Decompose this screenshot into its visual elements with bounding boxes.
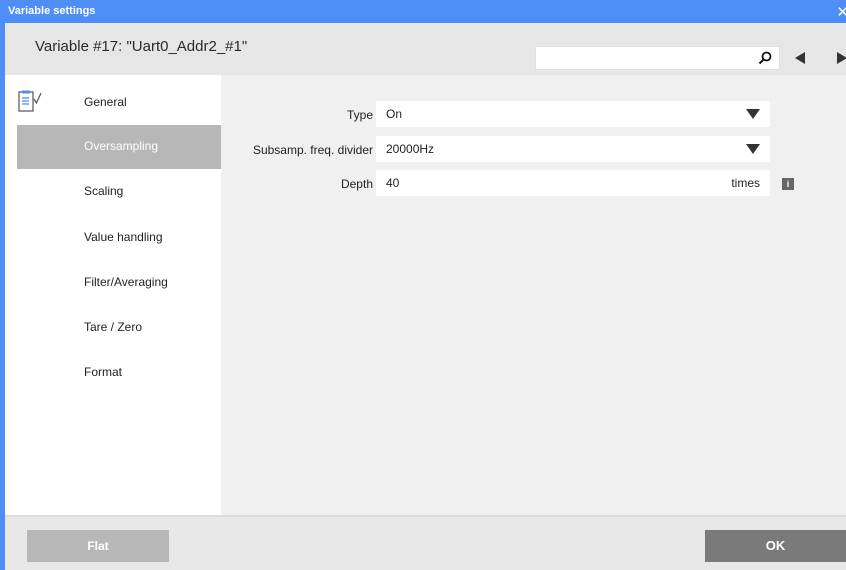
depth-label: Depth — [340, 177, 373, 191]
footer-bar: Flat OK — [5, 517, 846, 570]
sidebar-item-label: Filter/Averaging — [84, 275, 168, 289]
depth-field[interactable]: 40 times — [376, 170, 770, 196]
sidebar-item-label: General — [84, 95, 127, 109]
sidebar-item-scaling[interactable]: Scaling — [17, 170, 221, 214]
header-bar: Variable #17: "Uart0_Addr2_#1" — [5, 23, 846, 75]
close-icon[interactable]: ✕ — [836, 3, 846, 21]
sidebar-item-general[interactable]: General — [17, 81, 221, 125]
window-title: Variable settings — [8, 5, 96, 17]
settings-content: Type On Subsamp. freq. divider 20000Hz D… — [221, 75, 846, 515]
divider-select[interactable]: 20000Hz — [376, 136, 770, 162]
sidebar-item-format[interactable]: Format — [17, 351, 221, 395]
sidebar-item-label: Oversampling — [84, 139, 159, 153]
sidebar-item-filter-averaging[interactable]: Filter/Averaging — [17, 261, 221, 305]
sidebar-item-label: Value handling — [84, 230, 163, 244]
divider-label: Subsamp. freq. divider — [252, 143, 373, 157]
depth-unit: times — [731, 176, 760, 190]
clipboard-check-icon — [18, 90, 42, 112]
sidebar-item-tare-zero[interactable]: Tare / Zero — [17, 306, 221, 350]
settings-sidebar: General Oversampling Scaling Value handl… — [5, 75, 221, 515]
next-arrow-icon[interactable] — [835, 51, 846, 65]
flat-button[interactable]: Flat — [27, 530, 169, 562]
depth-value: 40 — [386, 176, 400, 190]
type-select[interactable]: On — [376, 101, 770, 127]
prev-arrow-icon[interactable] — [793, 51, 807, 65]
dropdown-arrow-icon — [746, 109, 760, 119]
info-icon[interactable]: i — [782, 178, 794, 190]
dropdown-arrow-icon — [746, 144, 760, 154]
search-icon[interactable] — [757, 50, 773, 66]
sidebar-item-oversampling[interactable]: Oversampling — [17, 125, 221, 169]
ok-button[interactable]: OK — [705, 530, 846, 562]
divider-value: 20000Hz — [386, 142, 435, 156]
variable-heading: Variable #17: "Uart0_Addr2_#1" — [35, 38, 248, 55]
sidebar-item-label: Tare / Zero — [84, 320, 143, 334]
sidebar-item-label: Scaling — [84, 184, 124, 198]
type-label: Type — [346, 108, 373, 122]
sidebar-item-value-handling[interactable]: Value handling — [17, 216, 221, 260]
type-value: On — [386, 107, 403, 121]
sidebar-item-label: Format — [84, 365, 123, 379]
search-box[interactable] — [535, 46, 780, 70]
search-input[interactable] — [542, 50, 746, 68]
window-titlebar: Variable settings ✕ — [0, 0, 846, 23]
